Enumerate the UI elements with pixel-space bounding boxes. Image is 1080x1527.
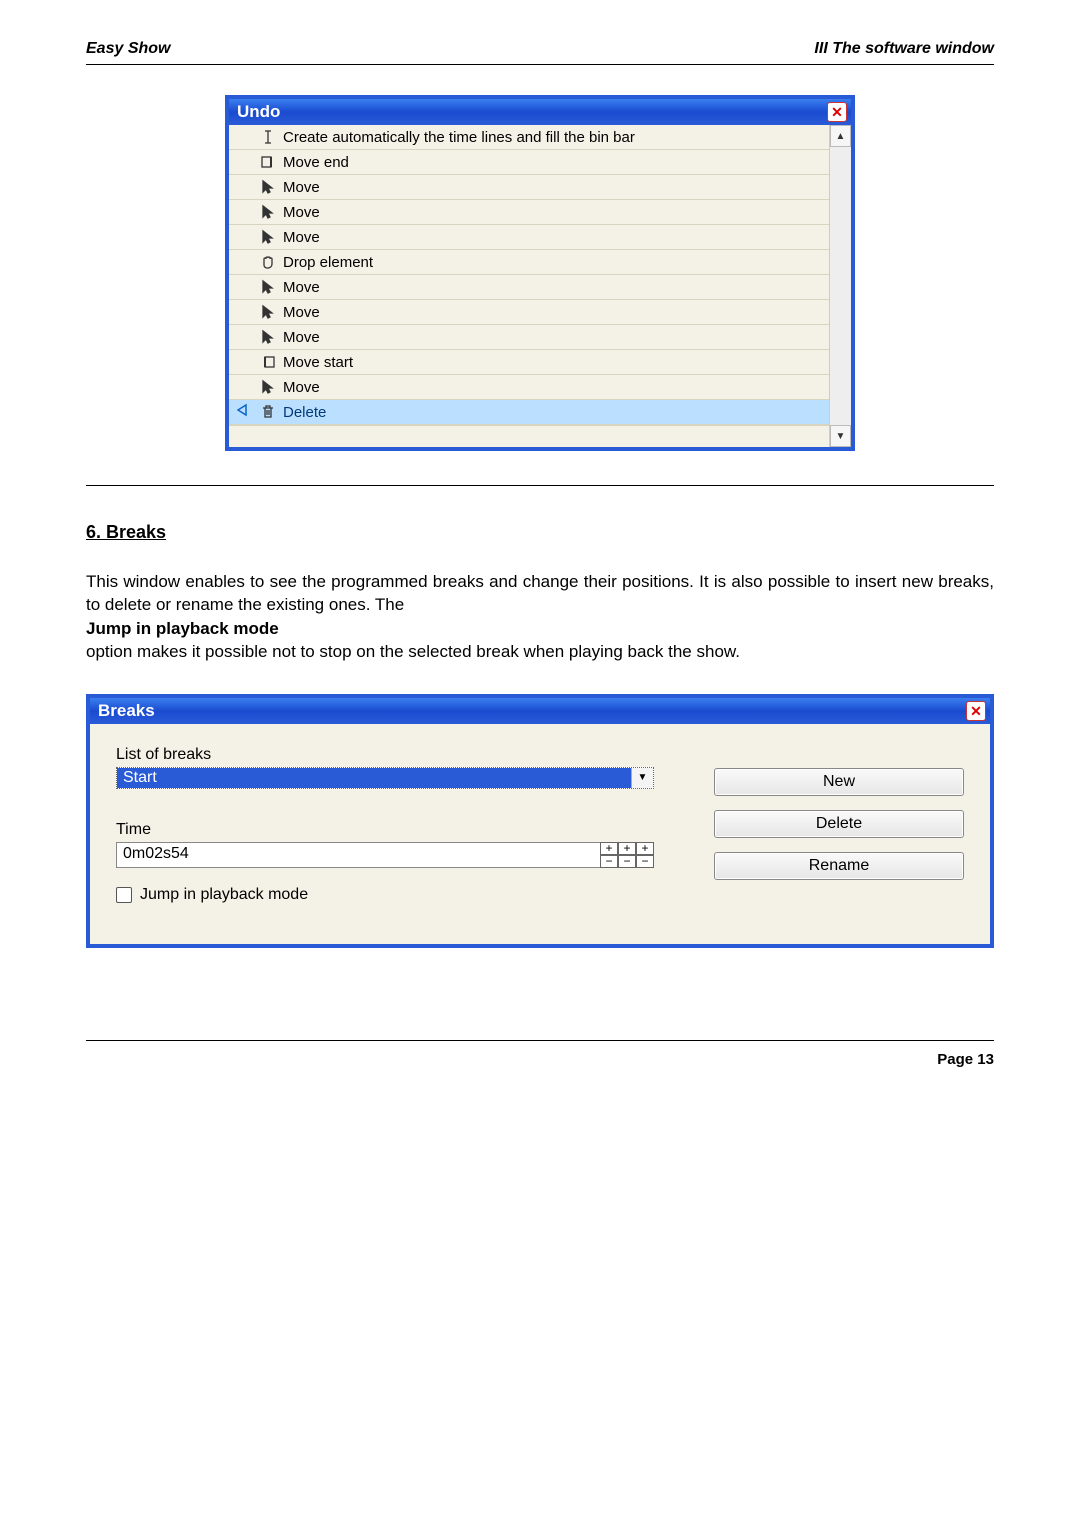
undo-row-label: Delete	[283, 404, 326, 421]
undo-row-label: Move	[283, 329, 320, 346]
undo-row[interactable]: Move end	[229, 150, 829, 175]
jump-checkbox[interactable]	[116, 887, 132, 903]
hand-icon	[259, 253, 277, 271]
time-label: Time	[116, 821, 654, 839]
new-button[interactable]: New	[714, 768, 964, 796]
undo-empty-row	[229, 425, 829, 447]
step-plus-icon[interactable]: +	[618, 842, 636, 855]
step-minus-icon[interactable]: −	[618, 855, 636, 868]
step-plus-icon[interactable]: +	[636, 842, 654, 855]
breaks-combo[interactable]: Start ▼	[116, 767, 654, 789]
section-heading: 6. Breaks	[86, 522, 994, 543]
undo-row-label: Move	[283, 229, 320, 246]
scroll-down-icon[interactable]: ▼	[830, 425, 851, 447]
undo-row-label: Move	[283, 179, 320, 196]
undo-row[interactable]: Move	[229, 175, 829, 200]
step-plus-icon[interactable]: +	[600, 842, 618, 855]
move-end-icon	[259, 153, 277, 171]
undo-row[interactable]: Delete	[229, 400, 829, 425]
undo-row-label: Move start	[283, 354, 353, 371]
undo-row[interactable]: Move	[229, 375, 829, 400]
undo-row-label: Move	[283, 279, 320, 296]
undo-row-label: Move	[283, 204, 320, 221]
footer-divider	[86, 1040, 994, 1041]
time-input[interactable]: 0m02s54	[116, 842, 601, 868]
close-icon[interactable]: ✕	[827, 102, 847, 122]
undo-row[interactable]: Move start	[229, 350, 829, 375]
close-icon[interactable]: ✕	[966, 701, 986, 721]
undo-row[interactable]: Move	[229, 300, 829, 325]
trash-icon	[259, 403, 277, 421]
header-divider	[86, 64, 994, 65]
undo-row[interactable]: Move	[229, 275, 829, 300]
cursor-icon	[259, 203, 277, 221]
undo-row[interactable]: Move	[229, 200, 829, 225]
undo-list[interactable]: Create automatically the time lines and …	[229, 125, 829, 447]
chevron-down-icon[interactable]: ▼	[631, 768, 653, 788]
cursor-icon	[259, 328, 277, 346]
cursor-icon	[259, 303, 277, 321]
rename-button[interactable]: Rename	[714, 852, 964, 880]
undo-row[interactable]: Move	[229, 225, 829, 250]
undo-window: Undo ✕ Create automatically the time lin…	[225, 95, 855, 451]
undo-row-label: Create automatically the time lines and …	[283, 129, 635, 146]
undo-title: Undo	[237, 102, 280, 122]
delete-button[interactable]: Delete	[714, 810, 964, 838]
scroll-up-icon[interactable]: ▲	[830, 125, 851, 147]
jump-bold-label: Jump in playback mode	[86, 619, 994, 639]
cursor-icon	[259, 278, 277, 296]
cursor-icon	[259, 178, 277, 196]
undo-marker	[235, 403, 253, 421]
paragraph-1: This window enables to see the programme…	[86, 571, 994, 617]
undo-row[interactable]: Create automatically the time lines and …	[229, 125, 829, 150]
undo-row[interactable]: Drop element	[229, 250, 829, 275]
undo-scrollbar[interactable]: ▲ ▼	[829, 125, 851, 447]
header-right: III The software window	[814, 40, 994, 58]
undo-row-label: Move	[283, 379, 320, 396]
undo-titlebar: Undo ✕	[229, 99, 851, 125]
list-of-breaks-label: List of breaks	[116, 746, 654, 764]
undo-row-label: Move end	[283, 154, 349, 171]
breaks-title: Breaks	[98, 701, 155, 721]
breaks-combo-value: Start	[117, 768, 631, 788]
undo-row[interactable]: Move	[229, 325, 829, 350]
cursor-icon	[259, 228, 277, 246]
move-start-icon	[259, 353, 277, 371]
section-divider	[86, 485, 994, 486]
step-minus-icon[interactable]: −	[636, 855, 654, 868]
header-left: Easy Show	[86, 40, 170, 58]
step-minus-icon[interactable]: −	[600, 855, 618, 868]
paragraph-2: option makes it possible not to stop on …	[86, 641, 994, 664]
undo-row-label: Move	[283, 304, 320, 321]
time-stepper[interactable]: + + + − − −	[600, 842, 654, 868]
cursor-icon	[259, 378, 277, 396]
breaks-titlebar: Breaks ✕	[90, 698, 990, 724]
breaks-window: Breaks ✕ List of breaks Start ▼ Time 0m0…	[86, 694, 994, 948]
page-header: Easy Show III The software window	[86, 40, 994, 64]
text-cursor-icon	[259, 128, 277, 146]
page-number: Page 13	[86, 1051, 994, 1068]
undo-row-label: Drop element	[283, 254, 373, 271]
jump-checkbox-label: Jump in playback mode	[140, 886, 308, 904]
